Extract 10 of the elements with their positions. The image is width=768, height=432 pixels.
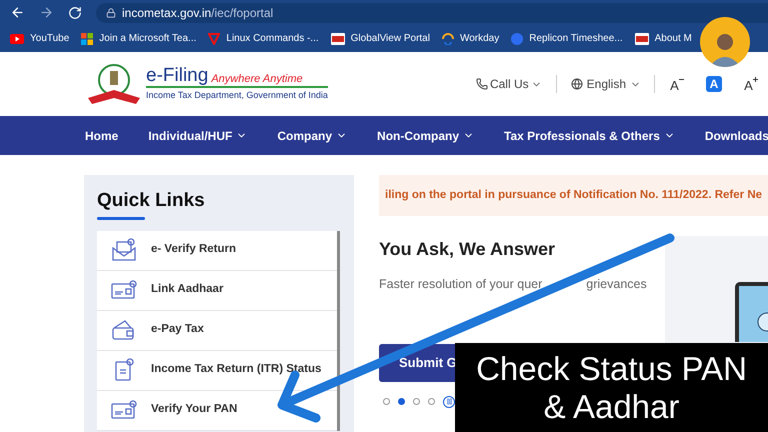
promo-title: You Ask, We Answer <box>379 238 556 261</box>
promo-text: grievances <box>586 276 647 293</box>
promo-text: Faster resolution of your quer <box>379 276 542 293</box>
brand-subtitle: Income Tax Department, Government of India <box>146 88 328 102</box>
notice-banner: iling on the portal in pursuance of Notification No. 111/2022. Refer Ne <box>379 175 768 216</box>
caption-text: & Aadhar <box>544 388 680 426</box>
brand-title: e-Filing <box>146 66 208 86</box>
caption-text: Check Status PAN <box>476 350 747 388</box>
brand-tagline: Anywhere Anytime <box>211 72 303 86</box>
quick-links-title: Quick Links <box>97 189 205 213</box>
